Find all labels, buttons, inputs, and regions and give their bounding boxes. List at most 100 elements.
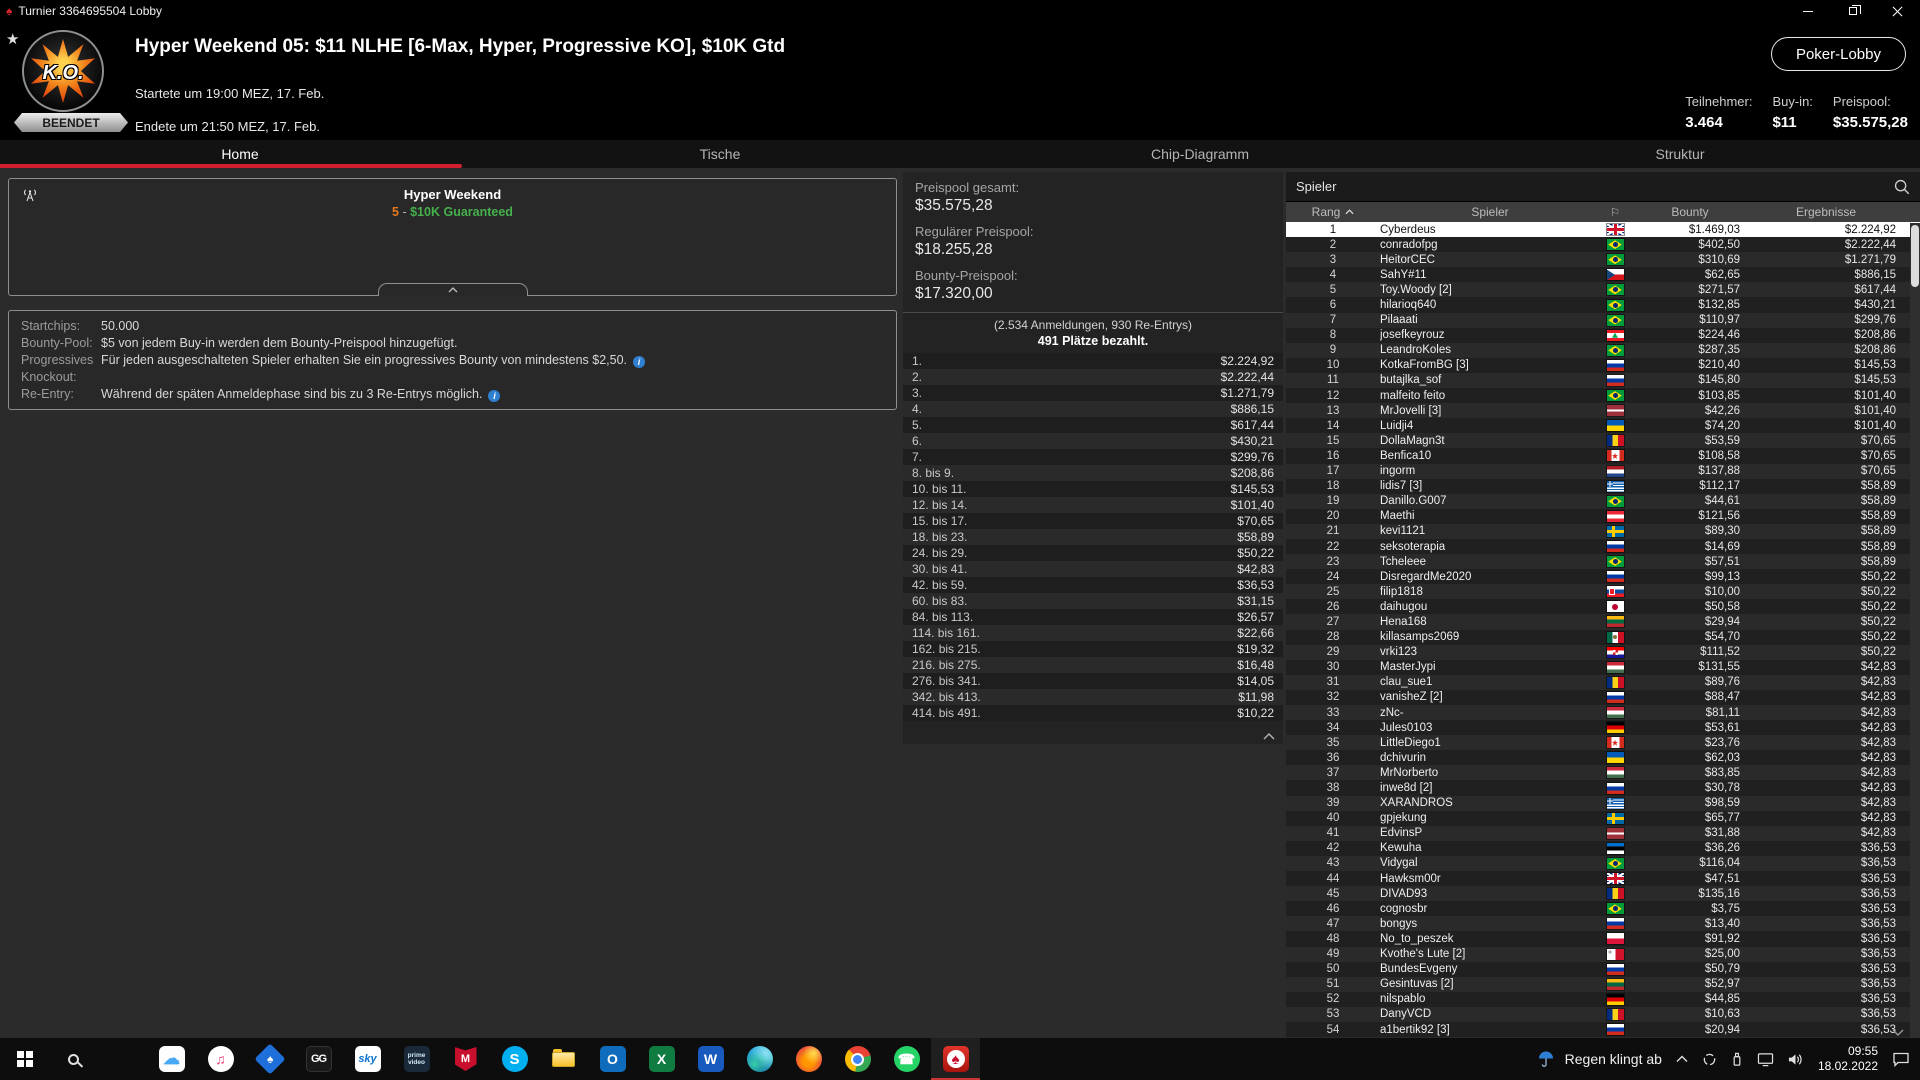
usb-icon[interactable] — [1730, 1052, 1744, 1067]
player-row[interactable]: 22 seksoterapia $14,69 $58,89 — [1286, 538, 1920, 555]
sync-ring-icon[interactable] — [1702, 1052, 1717, 1067]
player-row[interactable]: 48 No_to_peszek $91,92 $36,53 — [1286, 931, 1920, 947]
taskbar-ggpoker-button[interactable]: GG — [294, 1038, 343, 1080]
taskbar-word-button[interactable]: W — [686, 1038, 735, 1080]
player-row[interactable]: 51 Gesintuvas [2] $52,97 $36,53 — [1286, 976, 1920, 992]
players-scrollbar[interactable] — [1910, 223, 1920, 1038]
player-row[interactable]: 3 HeitorCEC $310,69 $1.271,79 — [1286, 252, 1920, 268]
player-row[interactable]: 43 Vidygal $116,04 $36,53 — [1286, 855, 1920, 872]
player-row[interactable]: 13 MrJovelli [3] $42,26 $101,40 — [1286, 403, 1920, 419]
taskbar-icloud-button[interactable]: ☁ — [147, 1038, 196, 1080]
player-row[interactable]: 7 Pilaaati $110,97 $299,76 — [1286, 312, 1920, 328]
player-row[interactable]: 31 clau_sue1 $89,76 $42,83 — [1286, 674, 1920, 690]
info-icon[interactable]: i — [488, 390, 501, 402]
column-flag-icon[interactable]: ⚐ — [1600, 206, 1630, 219]
info-icon[interactable]: i — [633, 356, 646, 368]
player-row[interactable]: 19 Danillo.G007 $44,61 $58,89 — [1286, 493, 1920, 509]
player-row[interactable]: 44 Hawksm00r $47,51 $36,53 — [1286, 871, 1920, 887]
weather-widget[interactable]: Regen klingt ab — [1537, 1050, 1662, 1068]
players-scrollbar-thumb[interactable] — [1911, 225, 1919, 287]
notification-center-icon[interactable] — [1892, 1051, 1910, 1067]
player-row[interactable]: 36 dchivurin $62,03 $42,83 — [1286, 750, 1920, 766]
player-row[interactable]: 45 DIVAD93 $135,16 $36,53 — [1286, 886, 1920, 902]
tab-tische[interactable]: Tische — [480, 140, 960, 168]
taskbar-windows-start-button[interactable] — [0, 1038, 49, 1080]
player-row[interactable]: 10 KotkaFromBG [3] $210,40 $145,53 — [1286, 357, 1920, 373]
player-row[interactable]: 9 LeandroKoles $287,35 $208,86 — [1286, 342, 1920, 358]
player-row[interactable]: 35 LittleDiego1 $23,76 $42,83 — [1286, 735, 1920, 751]
taskbar-poker-cards-button[interactable]: ♠ — [245, 1038, 294, 1080]
player-row[interactable]: 6 hilarioq640 $132,85 $430,21 — [1286, 297, 1920, 313]
player-row[interactable]: 54 a1bertik92 [3] $20,94 $36,53 — [1286, 1021, 1920, 1038]
player-row[interactable]: 2 conradofpg $402,50 $2.222,44 — [1286, 237, 1920, 253]
taskbar-prime-video-button[interactable]: prime video — [392, 1038, 441, 1080]
network-display-icon[interactable] — [1757, 1052, 1774, 1067]
player-row[interactable]: 49 Kvothe's Lute [2] $25,00 $36,53 — [1286, 946, 1920, 962]
taskbar-clock[interactable]: 09:55 18.02.2022 — [1818, 1044, 1878, 1074]
minimize-button[interactable] — [1785, 0, 1830, 22]
player-row[interactable]: 26 daihugou $50,58 $50,22 — [1286, 599, 1920, 615]
taskbar-whatsapp-button[interactable]: ☎ — [882, 1038, 931, 1080]
taskbar-chrome-button[interactable] — [833, 1038, 882, 1080]
tab-home[interactable]: Home — [0, 140, 480, 168]
column-results[interactable]: Ergebnisse — [1750, 205, 1902, 219]
player-row[interactable]: 24 DisregardMe2020 $99,13 $50,22 — [1286, 569, 1920, 585]
hidden-icons-chevron[interactable] — [1676, 1055, 1688, 1063]
taskbar-search-button[interactable] — [49, 1038, 98, 1080]
taskbar-signal-button[interactable] — [98, 1038, 147, 1080]
player-row[interactable]: 15 DollaMagn3t $53,59 $70,65 — [1286, 433, 1920, 449]
player-row[interactable]: 40 gpjekung $65,77 $42,83 — [1286, 810, 1920, 826]
player-row[interactable]: 39 XARANDROS $98,59 $42,83 — [1286, 795, 1920, 811]
player-row[interactable]: 17 ingorm $137,88 $70,65 — [1286, 463, 1920, 479]
player-search-icon[interactable] — [1893, 178, 1910, 195]
taskbar-pokerstars-button[interactable]: ♠ — [931, 1038, 980, 1080]
taskbar-skype-button[interactable]: S — [490, 1038, 539, 1080]
player-row[interactable]: 18 lidis7 [3] $112,17 $58,89 — [1286, 478, 1920, 494]
taskbar-file-explorer-button[interactable] — [539, 1038, 588, 1080]
column-player[interactable]: Spieler — [1380, 205, 1600, 219]
collapse-panel-handle[interactable] — [377, 283, 528, 296]
player-row[interactable]: 1 Cyberdeus $1.469,03 $2.224,92 — [1286, 222, 1920, 238]
close-button[interactable] — [1875, 0, 1920, 22]
player-row[interactable]: 52 nilspablo $44,85 $36,53 — [1286, 991, 1920, 1007]
player-row[interactable]: 11 butajlka_sof $145,80 $145,53 — [1286, 372, 1920, 389]
taskbar-firefox-button[interactable] — [784, 1038, 833, 1080]
player-row[interactable]: 38 inwe8d [2] $30,78 $42,83 — [1286, 780, 1920, 796]
player-row[interactable]: 42 Kewuha $36,26 $36,53 — [1286, 840, 1920, 856]
player-row[interactable]: 32 vanisheZ [2] $88,47 $42,83 — [1286, 689, 1920, 705]
player-row[interactable]: 30 MasterJypi $131,55 $42,83 — [1286, 659, 1920, 675]
player-row[interactable]: 46 cognosbr $3,75 $36,53 — [1286, 901, 1920, 917]
taskbar-itunes-button[interactable]: ♫ — [196, 1038, 245, 1080]
column-rank[interactable]: Rang — [1286, 205, 1380, 219]
player-row[interactable]: 37 MrNorberto $83,85 $42,83 — [1286, 765, 1920, 781]
favorite-star-icon[interactable]: ★ — [6, 30, 19, 48]
player-row[interactable]: 33 zNc- $81,11 $42,83 — [1286, 705, 1920, 721]
player-row[interactable]: 20 Maethi $121,56 $58,89 — [1286, 508, 1920, 524]
taskbar-edge-button[interactable] — [735, 1038, 784, 1080]
player-row[interactable]: 50 BundesEvgeny $50,79 $36,53 — [1286, 961, 1920, 977]
player-row[interactable]: 4 SahY#11 $62,65 $886,15 — [1286, 267, 1920, 283]
player-row[interactable]: 12 malfeito feito $103,85 $101,40 — [1286, 388, 1920, 404]
player-row[interactable]: 16 Benfica10 $108,58 $70,65 — [1286, 448, 1920, 464]
player-row[interactable]: 29 vrki123 $111,52 $50,22 — [1286, 644, 1920, 660]
taskbar-outlook-button[interactable]: O — [588, 1038, 637, 1080]
player-row[interactable]: 25 filip1818 $10,00 $50,22 — [1286, 584, 1920, 600]
payout-scroll-up-icon[interactable] — [1263, 733, 1275, 740]
player-row[interactable]: 47 bongys $13,40 $36,53 — [1286, 916, 1920, 932]
taskbar-excel-button[interactable]: X — [637, 1038, 686, 1080]
player-row[interactable]: 34 Jules0103 $53,61 $42,83 — [1286, 720, 1920, 736]
taskbar-mcafee-button[interactable]: M — [441, 1038, 490, 1080]
player-row[interactable]: 41 EdvinsP $31,88 $42,83 — [1286, 825, 1920, 841]
player-row[interactable]: 21 kevi1121 $89,30 $58,89 — [1286, 523, 1920, 539]
player-row[interactable]: 28 killasamps2069 $54,70 $50,22 — [1286, 629, 1920, 645]
player-row[interactable]: 27 Hena168 $29,94 $50,22 — [1286, 614, 1920, 630]
player-row[interactable]: 14 Luidji4 $74,20 $101,40 — [1286, 418, 1920, 434]
player-row[interactable]: 23 Tcheleee $57,51 $58,89 — [1286, 554, 1920, 570]
column-bounty[interactable]: Bounty — [1630, 205, 1750, 219]
player-row[interactable]: 5 Toy.Woody [2] $271,57 $617,44 — [1286, 282, 1920, 298]
taskbar-sky-button[interactable]: sky — [343, 1038, 392, 1080]
volume-icon[interactable] — [1787, 1052, 1804, 1067]
tab-chip-diagramm[interactable]: Chip-Diagramm — [960, 140, 1440, 168]
player-row[interactable]: 8 josefkeyrouz $224,46 $208,86 — [1286, 327, 1920, 343]
players-scroll-down-icon[interactable] — [1892, 1029, 1904, 1036]
